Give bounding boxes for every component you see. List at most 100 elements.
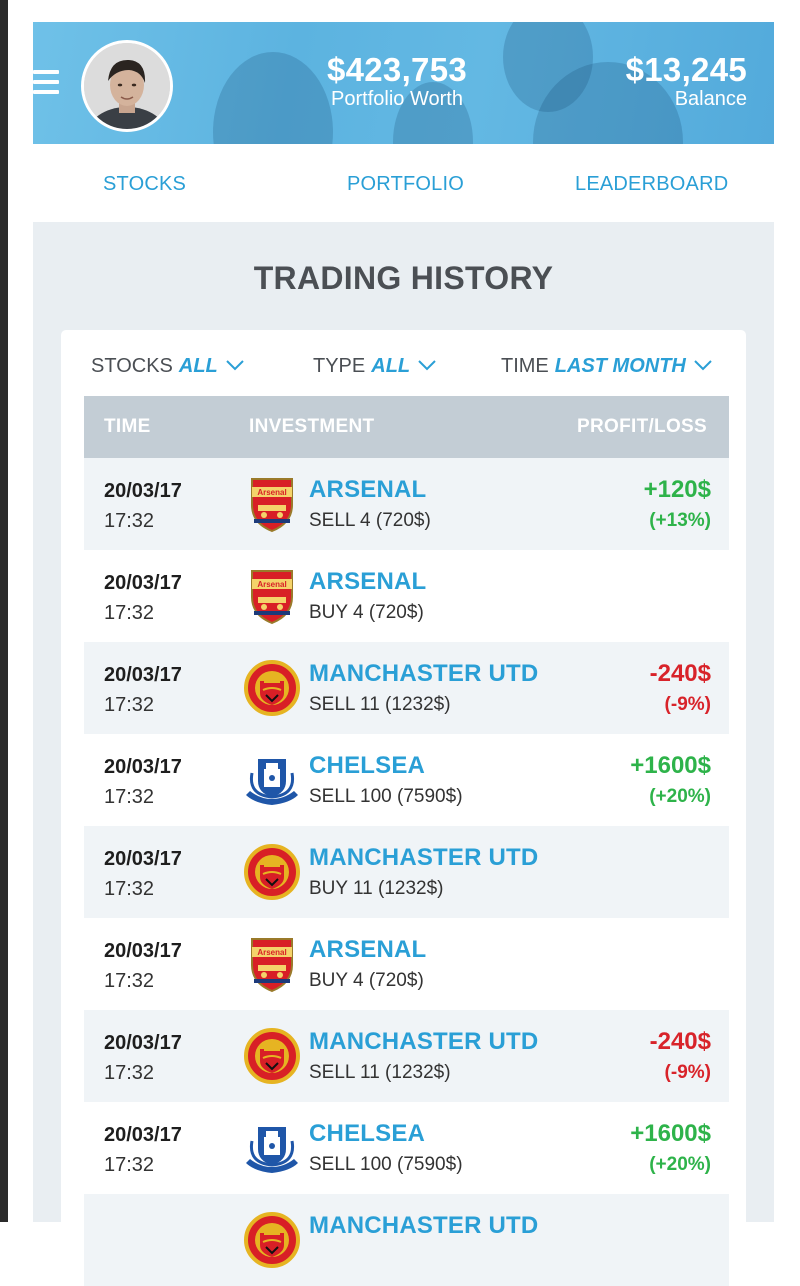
filter-type-value: ALL: [371, 355, 411, 377]
trading-history-list: 20/03/17 17:32 Arsenal ARSENAL SELL 4 (720…: [84, 458, 729, 1286]
table-row[interactable]: 20/03/17 17:32 CHELSEA SELL 100 (7590$) +16…: [84, 1102, 729, 1194]
row-profit-percent: (+20%): [649, 1154, 711, 1175]
row-time: 17:32: [104, 694, 155, 716]
row-action: BUY 11 (1232$): [309, 878, 444, 899]
table-row[interactable]: 20/03/17 17:32 MANCHASTER UTD BUY 11 (1232…: [84, 826, 729, 918]
row-profit-percent: (+20%): [649, 786, 711, 807]
row-team-name[interactable]: MANCHASTER UTD: [309, 1212, 538, 1240]
filter-type[interactable]: TYPE ALL: [313, 354, 436, 378]
portfolio-header: $423,753 Portfolio Worth $13,245 Balance: [33, 22, 774, 144]
table-row[interactable]: MANCHASTER UTD: [84, 1194, 729, 1286]
club-crest-icon: [244, 751, 300, 809]
table-row[interactable]: 20/03/17 17:32 CHELSEA SELL 100 (7590$) +16…: [84, 734, 729, 826]
row-date: 20/03/17: [104, 848, 182, 870]
row-time: 17:32: [104, 1062, 155, 1084]
row-time: 17:32: [104, 1154, 155, 1176]
balance-value: $13,245: [625, 51, 747, 88]
club-crest-icon: [244, 843, 300, 901]
row-action: SELL 4 (720$): [309, 510, 431, 531]
table-row[interactable]: 20/03/17 17:32 Arsenal ARSENAL BUY 4 (720$…: [84, 550, 729, 642]
row-action: SELL 100 (7590$): [309, 786, 463, 807]
filter-time-label: TIME: [501, 355, 549, 377]
window-edge: [792, 0, 800, 1222]
hamburger-menu-icon[interactable]: [33, 70, 59, 96]
row-profit-amount: +1600$: [630, 752, 711, 779]
balance: $13,245 Balance: [603, 51, 747, 111]
row-action: SELL 11 (1232$): [309, 694, 451, 715]
trading-history-card: STOCKS ALL TYPE ALL TIME LAST MONTH TIME IN…: [61, 330, 746, 1286]
tab-leaderboard[interactable]: LEADERBOARD: [575, 173, 728, 196]
main-tabs: STOCKS PORTFOLIO LEADERBOARD: [33, 144, 774, 222]
row-date: 20/03/17: [104, 1124, 182, 1146]
row-profit-percent: (+13%): [649, 510, 711, 531]
svg-text:Arsenal: Arsenal: [257, 488, 286, 497]
row-team-name[interactable]: MANCHASTER UTD: [309, 660, 538, 688]
trading-history-section: TRADING HISTORY STOCKS ALL TYPE ALL TIME LA…: [33, 222, 774, 1286]
chevron-down-icon: [418, 354, 436, 377]
svg-text:Arsenal: Arsenal: [257, 580, 286, 589]
tab-portfolio[interactable]: PORTFOLIO: [347, 173, 464, 196]
table-row[interactable]: 20/03/17 17:32 Arsenal ARSENAL BUY 4 (720$…: [84, 918, 729, 1010]
table-header: TIME INVESTMENT PROFIT/LOSS: [84, 396, 729, 458]
portfolio-worth: $423,753 Portfolio Worth: [313, 51, 481, 111]
row-team-name[interactable]: CHELSEA: [309, 752, 425, 780]
row-date: 20/03/17: [104, 940, 182, 962]
filter-time[interactable]: TIME LAST MONTH: [501, 354, 712, 378]
filter-stocks-value: ALL: [178, 355, 218, 377]
chevron-down-icon: [226, 354, 244, 377]
club-crest-icon: [244, 659, 300, 717]
row-date: 20/03/17: [104, 664, 182, 686]
row-team-name[interactable]: MANCHASTER UTD: [309, 844, 538, 872]
club-crest-icon: Arsenal: [244, 567, 300, 625]
club-crest-icon: [244, 1119, 300, 1177]
row-action: SELL 11 (1232$): [309, 1062, 451, 1083]
row-action: SELL 100 (7590$): [309, 1154, 463, 1175]
row-action: BUY 4 (720$): [309, 602, 424, 623]
row-team-name[interactable]: MANCHASTER UTD: [309, 1028, 538, 1056]
filter-type-label: TYPE: [313, 355, 366, 377]
row-date: 20/03/17: [104, 480, 182, 502]
club-crest-icon: Arsenal: [244, 935, 300, 993]
row-time: 17:32: [104, 878, 155, 900]
row-date: 20/03/17: [104, 572, 182, 594]
page-title: TRADING HISTORY: [253, 260, 554, 296]
club-crest-icon: Arsenal: [244, 475, 300, 533]
filter-stocks-label: STOCKS: [91, 355, 173, 377]
club-crest-icon: [244, 1211, 300, 1269]
table-row[interactable]: 20/03/17 17:32 MANCHASTER UTD SELL 11 (123…: [84, 1010, 729, 1102]
row-team-name[interactable]: ARSENAL: [309, 476, 426, 504]
row-profit-amount: +1600$: [630, 1120, 711, 1147]
tab-stocks[interactable]: STOCKS: [103, 173, 186, 196]
row-profit-percent: (-9%): [664, 1062, 711, 1083]
filter-time-value: LAST MONTH: [554, 355, 686, 377]
filter-stocks[interactable]: STOCKS ALL: [91, 354, 244, 378]
column-header-profit-loss[interactable]: PROFIT/LOSS: [577, 416, 707, 438]
row-team-name[interactable]: ARSENAL: [309, 568, 426, 596]
column-header-time[interactable]: TIME: [104, 416, 151, 438]
row-date: 20/03/17: [104, 1032, 182, 1054]
avatar[interactable]: [81, 40, 173, 132]
balance-label: Balance: [674, 88, 747, 110]
row-team-name[interactable]: CHELSEA: [309, 1120, 425, 1148]
row-date: 20/03/17: [104, 756, 182, 778]
user-photo-icon: [84, 43, 170, 129]
row-time: 17:32: [104, 970, 155, 992]
row-team-name[interactable]: ARSENAL: [309, 936, 426, 964]
table-row[interactable]: 20/03/17 17:32 Arsenal ARSENAL SELL 4 (720…: [84, 458, 729, 550]
row-time: 17:32: [104, 786, 155, 808]
row-time: 17:32: [104, 510, 155, 532]
club-crest-icon: [244, 1027, 300, 1085]
row-time: 17:32: [104, 602, 155, 624]
chevron-down-icon: [694, 354, 712, 377]
column-header-investment[interactable]: INVESTMENT: [249, 416, 374, 438]
row-profit-amount: -240$: [649, 1028, 711, 1055]
row-profit-amount: -240$: [649, 660, 711, 687]
row-action: BUY 4 (720$): [309, 970, 424, 991]
row-profit-percent: (-9%): [664, 694, 711, 715]
row-profit-amount: +120$: [643, 476, 711, 503]
table-row[interactable]: 20/03/17 17:32 MANCHASTER UTD SELL 11 (123…: [84, 642, 729, 734]
svg-text:Arsenal: Arsenal: [257, 948, 286, 957]
portfolio-worth-label: Portfolio Worth: [331, 88, 463, 110]
window-edge: [0, 0, 8, 1222]
portfolio-worth-value: $423,753: [326, 51, 468, 88]
